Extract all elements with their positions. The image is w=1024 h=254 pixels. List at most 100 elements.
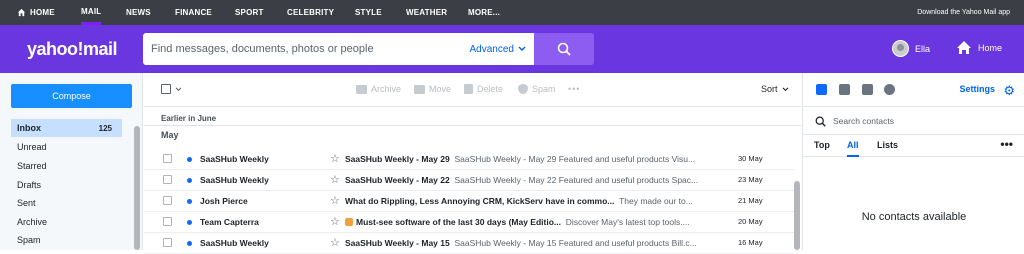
empty-state-message: No contacts available [861,211,967,223]
yahoo-mail-logo[interactable]: yahoo!mail [27,39,118,60]
shield-icon [518,84,528,94]
folder-sidebar: Compose Inbox 125 Unread Starred Drafts … [0,73,143,250]
nav-style[interactable]: STYLE [355,0,382,25]
message-checkbox[interactable] [163,196,172,205]
message-list-scrollbar[interactable] [794,181,800,250]
nav-weather[interactable]: WEATHER [406,0,447,25]
home-label: Home [978,42,1003,53]
settings-link[interactable]: Settings [959,84,995,94]
message-preview: SaaSHub Weekly - May 29 Featured and use… [454,154,696,164]
nav-mail[interactable]: MAIL [81,0,102,25]
home-button[interactable]: Home [956,40,1002,55]
message-row[interactable]: Team Capterra ☆ Must-see software of the… [144,212,794,233]
nav-news[interactable]: NEWS [126,0,151,25]
message-subject: SaaSHub Weekly - May 15 [345,238,450,248]
archive-icon [356,84,367,94]
unread-dot [187,220,192,225]
message-subject-line: SaaSHub Weekly - May 22 SaaSHub Weekly -… [345,175,725,185]
chevron-down-icon [175,86,182,92]
contact-search [803,107,1024,135]
notepad-icon[interactable] [862,84,873,95]
nav-home[interactable]: HOME [17,0,55,25]
sidebar-scrollbar[interactable] [134,126,140,250]
unread-dot [187,241,192,246]
folder-inbox[interactable]: Inbox 125 [11,119,122,137]
trophy-icon [345,218,353,226]
advanced-label: Advanced [469,43,514,55]
message-preview: SaaSHub Weekly - May 15 Featured and use… [454,238,697,248]
trash-icon [464,84,473,94]
app-download-link[interactable]: Download the Yahoo Mail app [917,0,1010,25]
message-checkbox[interactable] [163,217,172,226]
nav-home-label: HOME [30,8,55,17]
message-checkbox[interactable] [163,154,172,163]
folder-label: Inbox [17,123,41,133]
message-checkbox[interactable] [163,175,172,184]
message-subject: SaaSHub Weekly - May 29 [345,154,450,164]
nav-sport[interactable]: SPORT [235,0,264,25]
gear-icon[interactable]: ⚙ [1003,83,1015,99]
star-icon[interactable]: ☆ [330,152,340,165]
search-input[interactable] [143,43,463,55]
user-profile[interactable]: Ella [892,40,930,57]
tab-lists[interactable]: Lists [877,140,898,157]
tab-all[interactable]: All [847,140,859,157]
sort-label: Sort [760,84,778,94]
star-icon[interactable]: ☆ [330,236,340,249]
message-preview: They made our to... [619,196,693,206]
help-icon[interactable] [884,84,895,95]
tab-top[interactable]: Top [814,140,830,157]
more-options-button[interactable]: ••• [1000,137,1013,151]
folder-archive[interactable]: Archive [11,213,122,231]
message-row[interactable]: Josh Pierce ☆ What do Rippling, Less Ann… [144,191,794,212]
message-sender: Josh Pierce [200,196,248,206]
contact-tabs: Top All Lists ••• [803,135,1024,157]
contacts-panel: Settings ⚙ Top All Lists ••• No contacts… [802,73,1024,250]
move-label: Move [429,84,452,94]
folder-unread[interactable]: Unread [11,138,122,156]
unread-count: 125 [98,123,112,133]
archive-button[interactable]: Archive [356,84,401,94]
user-name: Ella [915,43,931,54]
message-sender: SaaSHub Weekly [200,238,269,248]
calendar-icon[interactable] [839,84,850,95]
spam-button[interactable]: Spam [518,84,556,94]
folder-spam[interactable]: Spam [11,231,122,249]
contact-search-input[interactable] [833,115,1003,126]
nav-finance[interactable]: FINANCE [175,0,212,25]
message-toolbar: Archive Move Delete Spam ••• Sort [144,73,801,107]
star-icon[interactable]: ☆ [330,194,340,207]
nav-celebrity[interactable]: CELEBRITY [287,0,334,25]
select-all-checkbox[interactable] [161,84,182,94]
compose-button[interactable]: Compose [11,84,132,108]
chevron-down-icon [782,87,789,92]
message-row[interactable]: SaaSHub Weekly ☆ SaaSHub Weekly - May 15… [144,233,794,254]
more-actions-button[interactable]: ••• [568,84,580,94]
nav-more[interactable]: MORE... [468,0,500,25]
top-nav-bar: HOME MAIL NEWS FINANCE SPORT CELEBRITY S… [0,0,1024,25]
folder-drafts[interactable]: Drafts [11,176,122,194]
advanced-search-button[interactable]: Advanced [470,33,526,65]
sort-button[interactable]: Sort [761,84,789,94]
message-subject-line: What do Rippling, Less Annoying CRM, Kic… [345,196,725,206]
message-row[interactable]: SaaSHub Weekly ☆ SaaSHub Weekly - May 22… [144,170,794,191]
folder-icon [414,84,425,94]
spam-label: Spam [532,84,556,94]
message-preview: Discover May's latest top tools.... [565,217,690,227]
search-button[interactable] [534,33,594,65]
message-row[interactable]: SaaSHub Weekly ☆ SaaSHub Weekly - May 29… [144,149,794,170]
message-subject: SaaSHub Weekly - May 22 [345,175,450,185]
folder-starred[interactable]: Starred [11,157,122,175]
star-icon[interactable]: ☆ [330,173,340,186]
search-icon [815,116,826,127]
message-subject-line: Must-see software of the last 30 days (M… [345,217,725,227]
home-icon [17,8,26,17]
section-subheading: May [161,130,179,140]
delete-button[interactable]: Delete [464,84,503,94]
contacts-toolbar: Settings ⚙ [803,73,1024,107]
star-icon[interactable]: ☆ [330,215,340,228]
move-button[interactable]: Move [414,84,451,94]
folder-sent[interactable]: Sent [11,194,122,212]
message-checkbox[interactable] [163,238,172,247]
contacts-icon[interactable] [816,84,827,95]
